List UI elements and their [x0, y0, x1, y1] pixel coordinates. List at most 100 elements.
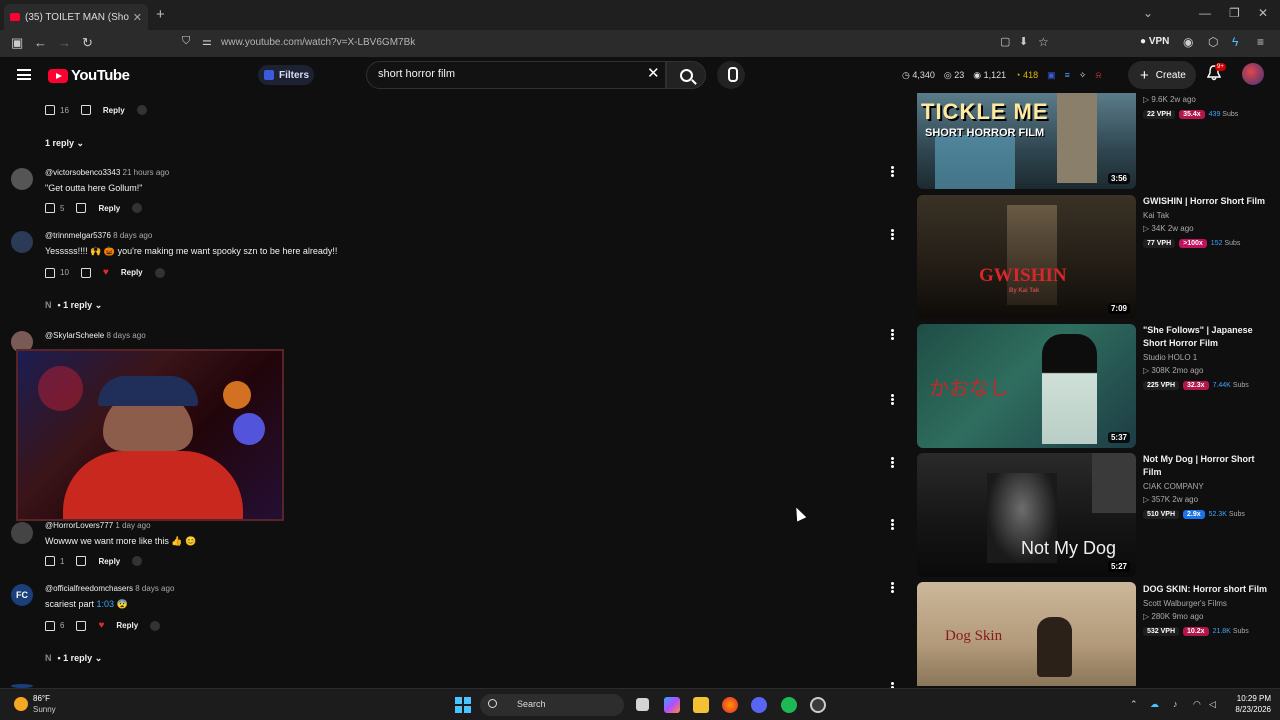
weather-temp[interactable]: 86°F: [33, 694, 50, 703]
avatar[interactable]: [11, 168, 33, 190]
video-thumbnail[interactable]: Not My Dog 5:27: [917, 453, 1136, 577]
video-title[interactable]: "She Follows" | Japanese Short Horror Fi…: [1143, 324, 1269, 350]
comment-menu-icon[interactable]: [891, 229, 894, 240]
sun-weather-icon[interactable]: [14, 697, 28, 711]
avatar[interactable]: FC: [11, 584, 33, 606]
like-icon[interactable]: [45, 203, 55, 213]
comment-author[interactable]: @trinnmelgar5376 8 days ago: [45, 231, 152, 240]
channel-name[interactable]: CIAK COMPANY: [1143, 482, 1204, 491]
create-button[interactable]: + Create: [1128, 61, 1196, 89]
weather-desc[interactable]: Sunny: [33, 705, 56, 714]
volume-icon[interactable]: ◁: [1209, 699, 1216, 710]
avatar[interactable]: [11, 522, 33, 544]
address-bar[interactable]: www.youtube.com/watch?v=X-LBV6GM7Bk: [221, 37, 415, 48]
video-thumbnail[interactable]: TICKLE ME SHORT HORROR FILM 3:56: [917, 93, 1136, 189]
screenshot-icon[interactable]: ▢: [1000, 35, 1010, 48]
search-input[interactable]: [378, 68, 638, 80]
like-icon[interactable]: [45, 105, 55, 115]
minimize-icon[interactable]: —: [1199, 6, 1211, 20]
comment-author[interactable]: @SkylarScheele 8 days ago: [45, 331, 146, 340]
timestamp-link[interactable]: 1:03: [97, 599, 115, 609]
taskbar-search[interactable]: Search: [480, 694, 624, 716]
start-windows-icon[interactable]: [455, 697, 471, 713]
comment-menu-icon[interactable]: [891, 582, 894, 593]
back-icon[interactable]: ←: [34, 35, 47, 50]
view-replies-button[interactable]: N • 1 reply ⌄: [45, 300, 102, 311]
extension-icon[interactable]: ϟ: [1232, 35, 1238, 49]
account-avatar[interactable]: [1242, 63, 1264, 85]
alert-icon[interactable]: ⍾: [1095, 70, 1101, 81]
copilot-icon[interactable]: [664, 697, 680, 713]
shield-icon[interactable]: ⛉: [182, 35, 190, 48]
profile-icon[interactable]: ◉: [1183, 35, 1193, 49]
extensions-icon[interactable]: ⬡: [1208, 35, 1218, 49]
video-thumbnail[interactable]: GWISHIN By Kai Tak 7:09: [917, 195, 1136, 319]
filters-button[interactable]: Filters: [258, 65, 314, 85]
voice-search-icon[interactable]: [717, 61, 745, 89]
tool-icon[interactable]: ▣: [1047, 70, 1056, 81]
comment-author[interactable]: @officialfreedomchasers 8 days ago: [45, 584, 174, 593]
bulb-icon[interactable]: ✧: [1079, 70, 1087, 81]
channel-name[interactable]: Scott Walburger's Films: [1143, 599, 1227, 608]
view-replies-button[interactable]: N • 1 reply ⌄: [45, 653, 102, 664]
new-tab-icon[interactable]: +: [156, 6, 165, 23]
clear-search-icon[interactable]: ✕: [647, 66, 660, 81]
reply-button[interactable]: Reply: [121, 268, 143, 277]
video-card[interactable]: Dog Skin DOG SKIN: Horror short Film Sco…: [917, 582, 1272, 686]
tray-overflow-icon[interactable]: ⌃: [1130, 699, 1138, 710]
maximize-icon[interactable]: ❐: [1229, 6, 1240, 20]
avatar[interactable]: [11, 231, 33, 253]
menu-icon[interactable]: [17, 69, 31, 80]
forward-icon[interactable]: →: [58, 35, 71, 50]
microphone-icon[interactable]: ♪: [1173, 699, 1178, 709]
browser-menu-icon[interactable]: ≡: [1257, 35, 1264, 49]
comment-menu-icon[interactable]: [891, 166, 894, 177]
dislike-icon[interactable]: [80, 105, 91, 115]
site-settings-icon[interactable]: ⚌: [202, 35, 212, 48]
discord-icon[interactable]: [751, 697, 767, 713]
list-icon[interactable]: ≡: [1065, 70, 1070, 81]
reply-button[interactable]: Reply: [116, 621, 138, 630]
browser-tab[interactable]: (35) TOILET MAN (Short Horror ✕: [4, 4, 148, 30]
search-button[interactable]: [666, 61, 706, 89]
download-icon[interactable]: ⬇: [1019, 35, 1028, 48]
task-view-icon[interactable]: [636, 698, 649, 711]
dislike-icon[interactable]: [80, 267, 91, 278]
comment-menu-icon[interactable]: [891, 394, 894, 405]
video-title[interactable]: Not My Dog | Horror Short Film: [1143, 453, 1269, 479]
spotify-icon[interactable]: [781, 697, 797, 713]
reply-button[interactable]: Reply: [103, 106, 125, 115]
dislike-icon[interactable]: [76, 203, 87, 213]
obs-icon[interactable]: [810, 697, 826, 713]
close-window-icon[interactable]: ✕: [1258, 6, 1268, 20]
tab-list-icon[interactable]: ⌄: [1143, 6, 1153, 20]
close-tab-icon[interactable]: ✕: [133, 11, 142, 24]
dislike-icon[interactable]: [76, 620, 87, 631]
video-card[interactable]: かおなし 5:37 "She Follows" | Japanese Short…: [917, 324, 1272, 448]
reload-icon[interactable]: ↻: [82, 35, 93, 51]
youtube-logo[interactable]: YouTube: [48, 67, 130, 84]
reply-button[interactable]: Reply: [98, 557, 120, 566]
comment-author[interactable]: @victorsobenco3343 21 hours ago: [45, 168, 169, 177]
dislike-icon[interactable]: [76, 556, 87, 566]
firefox-icon[interactable]: [722, 697, 738, 713]
wifi-icon[interactable]: ◠: [1193, 699, 1201, 710]
bookmark-star-icon[interactable]: ☆: [1038, 35, 1049, 49]
clock[interactable]: 10:29 PM 8/23/2026: [1227, 694, 1271, 714]
video-thumbnail[interactable]: Dog Skin: [917, 582, 1136, 686]
video-title[interactable]: DOG SKIN: Horror short Film: [1143, 583, 1269, 596]
reply-button[interactable]: Reply: [98, 204, 120, 213]
like-icon[interactable]: [45, 620, 55, 631]
video-thumbnail[interactable]: かおなし 5:37: [917, 324, 1136, 448]
vpn-button[interactable]: ● VPN: [1140, 36, 1169, 47]
sidebar-toggle-icon[interactable]: ▣: [11, 35, 23, 51]
like-icon[interactable]: [45, 267, 55, 278]
channel-name[interactable]: Kai Tak: [1143, 211, 1169, 220]
view-replies-button[interactable]: 1 reply ⌄: [45, 138, 84, 149]
file-explorer-icon[interactable]: [693, 697, 709, 713]
video-title[interactable]: GWISHIN | Horror Short Film: [1143, 195, 1269, 208]
channel-name[interactable]: Studio HOLO 1: [1143, 353, 1197, 362]
network-app-icon[interactable]: ☁: [1150, 699, 1159, 710]
video-card[interactable]: Not My Dog 5:27 Not My Dog | Horror Shor…: [917, 453, 1272, 577]
comment-menu-icon[interactable]: [891, 519, 894, 530]
